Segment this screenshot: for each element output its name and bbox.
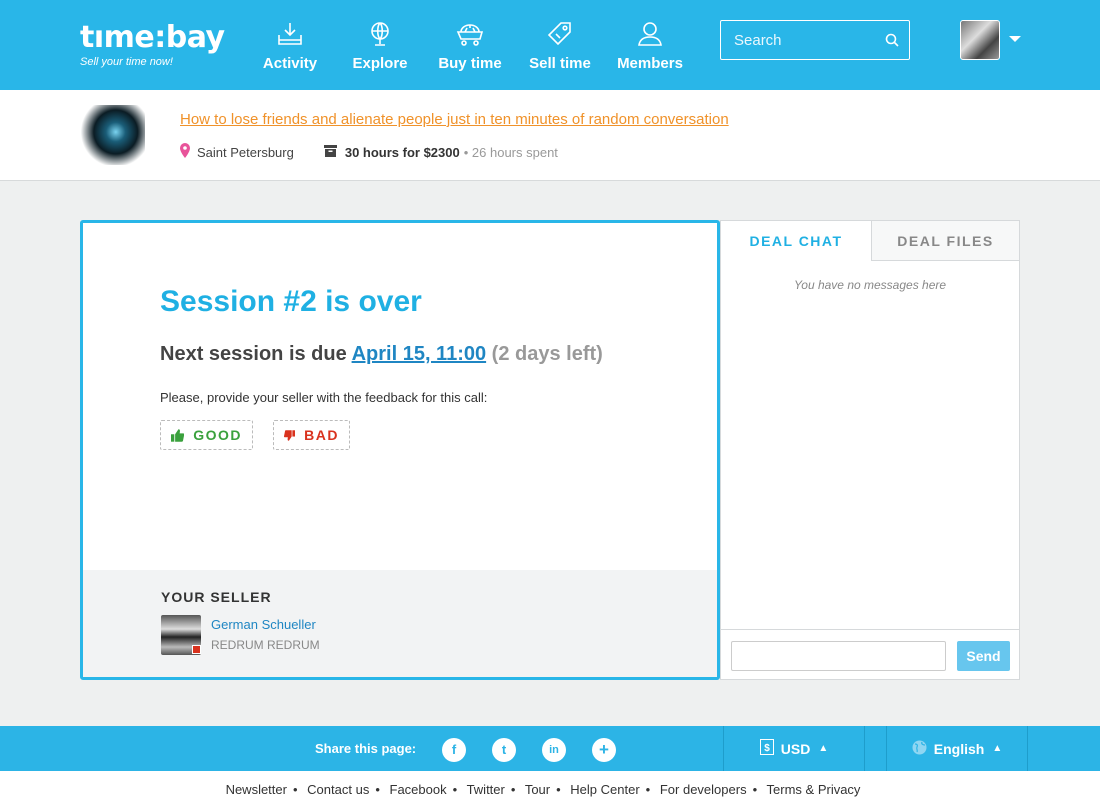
project-title-link[interactable]: How to lose friends and alienate people … <box>180 111 729 128</box>
tab-deal-chat[interactable]: DEAL CHAT <box>721 221 871 261</box>
footer: Newsletter • Contact us • Facebook • Twitte… <box>0 771 1100 810</box>
currency-value: USD <box>780 740 811 757</box>
search-box <box>720 20 910 60</box>
session-title: Session #2 is over <box>160 285 422 318</box>
top-navigation-bar: tıme:bay Sell your time now! Activity Ex… <box>0 0 1100 90</box>
price-tag-icon <box>520 20 600 50</box>
chat-compose: Send <box>721 629 1019 679</box>
dollar-icon: $ <box>759 739 774 758</box>
project-meta: Saint Petersburg 30 hours for $2300 • 26… <box>180 143 558 161</box>
project-hours-spent-text: 26 hours spent <box>471 144 558 160</box>
feedback-prompt: Please, provide your seller with the fee… <box>160 390 488 405</box>
session-card: Session #2 is over Next session is due A… <box>80 220 720 680</box>
cart-icon <box>430 20 510 50</box>
linkedin-share-icon[interactable]: in <box>542 738 566 762</box>
footer-link-tour[interactable]: Tour <box>525 782 550 797</box>
tab-deal-files[interactable]: DEAL FILES <box>871 221 1019 261</box>
share-bar: Share this page: f t in + $ USD ▲ Englis… <box>0 726 1100 771</box>
logo-text: tıme:bay <box>80 20 225 55</box>
language-value: English <box>933 740 985 757</box>
footer-link-contact[interactable]: Contact us <box>307 782 369 797</box>
send-button[interactable]: Send <box>957 641 1010 671</box>
nav-explore[interactable]: Explore <box>340 20 420 72</box>
next-session-info: Next session is due April 15, 11:00 (2 d… <box>160 343 603 366</box>
project-hours: 30 hours for $2300 <box>344 144 460 160</box>
chevron-up-icon: ▲ <box>818 743 829 754</box>
share-label: Share this page: <box>315 741 417 756</box>
language-selector[interactable]: English ▲ <box>886 726 1028 771</box>
nav-sell-time[interactable]: Sell time <box>520 20 600 72</box>
footer-links: Newsletter • Contact us • Facebook • Twitte… <box>225 782 861 797</box>
seller-heading: YOUR SELLER <box>161 589 272 605</box>
project-hours-spent: • 26 hours spent <box>463 144 558 160</box>
empty-chat-message: You have no messages here <box>793 278 947 292</box>
search-input[interactable] <box>721 21 871 59</box>
project-thumbnail[interactable] <box>80 105 145 165</box>
nav-explore-label: Explore <box>352 55 408 72</box>
seller-name-link[interactable]: German Schueller <box>211 617 316 632</box>
globe-icon <box>340 20 420 50</box>
seller-section: YOUR SELLER German Schueller REDRUM REDR… <box>83 570 717 677</box>
more-share-icon[interactable]: + <box>592 738 616 762</box>
inbox-download-icon <box>250 20 330 50</box>
logo-tagline: Sell your time now! <box>80 56 173 68</box>
footer-link-help-center[interactable]: Help Center <box>570 782 639 797</box>
seller-subtitle: REDRUM REDRUM <box>211 638 320 652</box>
nav-buy-time-label: Buy time <box>438 55 502 72</box>
next-session-date-link[interactable]: April 15, 11:00 <box>352 343 487 365</box>
bad-feedback-label: BAD <box>304 427 339 443</box>
chevron-down-icon[interactable] <box>1009 36 1021 42</box>
footer-link-terms[interactable]: Terms & Privacy <box>767 782 861 797</box>
deal-chat-panel: DEAL CHAT DEAL FILES You have no message… <box>720 220 1020 680</box>
svg-text:$: $ <box>764 743 770 754</box>
nav-activity-label: Activity <box>262 55 318 72</box>
globe-icon <box>912 740 927 758</box>
thumbs-up-icon <box>171 428 185 442</box>
logo[interactable]: tıme:bay Sell your time now! <box>80 20 225 68</box>
footer-link-newsletter[interactable]: Newsletter <box>226 782 287 797</box>
location-pin-icon <box>180 143 190 161</box>
nav-members-label: Members <box>617 55 683 72</box>
thumbs-down-icon <box>284 429 296 441</box>
project-summary: How to lose friends and alienate people … <box>0 90 1100 181</box>
package-icon <box>323 144 337 160</box>
user-icon <box>610 20 690 50</box>
footer-link-facebook[interactable]: Facebook <box>390 782 447 797</box>
chevron-up-icon: ▲ <box>992 743 1003 754</box>
footer-link-twitter[interactable]: Twitter <box>467 782 505 797</box>
good-feedback-label: GOOD <box>193 427 242 443</box>
nav-activity[interactable]: Activity <box>250 20 330 72</box>
user-avatar[interactable] <box>960 20 1000 60</box>
search-icon[interactable] <box>885 33 899 52</box>
good-feedback-button[interactable]: GOOD <box>160 420 253 450</box>
footer-link-developers[interactable]: For developers <box>660 782 747 797</box>
seller-status-badge <box>192 645 201 654</box>
bad-feedback-button[interactable]: BAD <box>273 420 350 450</box>
twitter-share-icon[interactable]: t <box>492 738 516 762</box>
nav-buy-time[interactable]: Buy time <box>430 20 510 72</box>
chat-message-input[interactable] <box>731 641 946 671</box>
project-location: Saint Petersburg <box>197 144 294 160</box>
nav-members[interactable]: Members <box>610 20 690 72</box>
nav-sell-time-label: Sell time <box>529 55 591 72</box>
facebook-share-icon[interactable]: f <box>442 738 466 762</box>
currency-selector[interactable]: $ USD ▲ <box>723 726 865 771</box>
next-session-prefix: Next session is due <box>160 343 347 365</box>
next-session-days-left: (2 days left) <box>491 343 603 365</box>
